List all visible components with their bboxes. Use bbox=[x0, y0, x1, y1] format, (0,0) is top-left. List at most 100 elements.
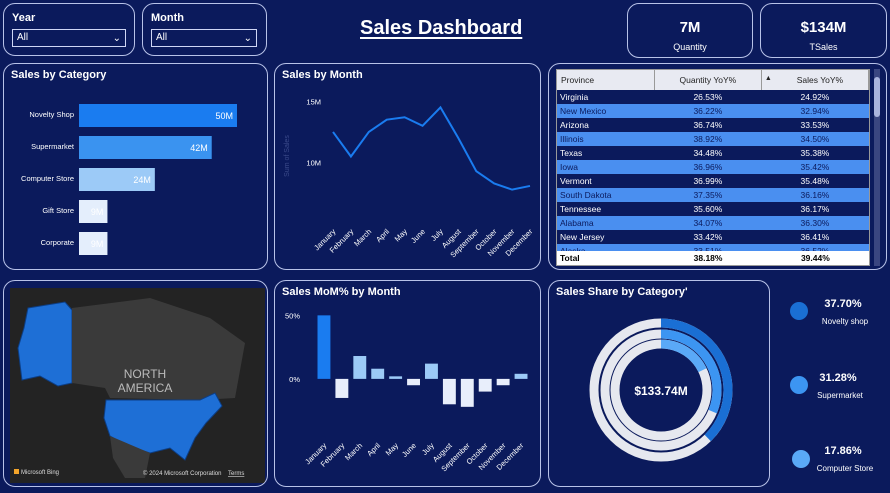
cell-sales-yoy: 36.17% bbox=[800, 204, 830, 214]
mom-bar bbox=[478, 378, 492, 392]
y-tick-label: 15M bbox=[306, 97, 321, 106]
mom-bar bbox=[317, 315, 331, 379]
chevron-down-icon: ⌄ bbox=[243, 33, 252, 44]
y-tick-label: 0% bbox=[289, 375, 300, 384]
cell-sales-yoy: 36.16% bbox=[800, 190, 830, 200]
mom-bar bbox=[425, 363, 438, 379]
cell-quantity-yoy: 36.99% bbox=[693, 176, 723, 186]
kpi-tsales-value: $134M bbox=[800, 19, 847, 36]
panel-title-mom: Sales MoM% by Month bbox=[282, 286, 401, 298]
map-copyright: © 2024 Microsoft Corporation bbox=[143, 470, 221, 477]
column-header-province[interactable]: Province bbox=[557, 70, 655, 90]
y-axis-label: Sum of Sales bbox=[284, 135, 291, 177]
kpi-quantity-label: Quantity bbox=[673, 42, 707, 52]
mom-bar bbox=[353, 356, 367, 379]
x-tick-label: May bbox=[384, 441, 401, 458]
category-label: Supermarket bbox=[31, 142, 75, 151]
cell-province: Illinois bbox=[560, 134, 584, 144]
cell-quantity-yoy: 38.92% bbox=[693, 134, 723, 144]
cell-sales-yoy: 36.41% bbox=[800, 232, 830, 242]
category-bar bbox=[79, 104, 237, 127]
cell-quantity-yoy: 26.53% bbox=[693, 92, 723, 102]
x-tick-label: April bbox=[365, 441, 382, 458]
table-row[interactable]: Iowa 36.96% 35.42% bbox=[557, 160, 869, 174]
y-tick-label: 50% bbox=[285, 311, 300, 320]
month-slicer-label: Month bbox=[151, 12, 184, 24]
sales-by-category-panel: Sales by Category Novelty Shop 50M Superma… bbox=[3, 63, 268, 270]
mom-bar bbox=[371, 368, 385, 379]
cell-sales-yoy: 24.92% bbox=[800, 92, 830, 102]
x-tick-label: March bbox=[343, 441, 364, 462]
table-row[interactable]: Illinois 38.92% 34.50% bbox=[557, 132, 869, 146]
map-label-north: NORTH bbox=[124, 367, 166, 381]
x-tick-label: June bbox=[400, 441, 418, 459]
category-label: Computer Store bbox=[21, 174, 74, 183]
kpi-tsales-card: $134M TSales bbox=[760, 3, 887, 58]
cell-province: Iowa bbox=[560, 162, 578, 172]
cell-quantity-yoy: 33.42% bbox=[693, 232, 723, 242]
year-slicer: Year All ⌄ bbox=[3, 3, 135, 56]
table-row[interactable]: Vermont 36.99% 35.48% bbox=[557, 174, 869, 188]
category-label: Corporate bbox=[41, 238, 74, 247]
legend-pct-novelty: 37.70% bbox=[824, 298, 862, 310]
cell-province: Vermont bbox=[560, 176, 592, 186]
table-scrollbar-thumb[interactable] bbox=[874, 77, 880, 117]
mom-bar bbox=[514, 373, 528, 379]
table-row[interactable]: New Mexico 36.22% 32.94% bbox=[557, 104, 869, 118]
cell-quantity-yoy: 36.74% bbox=[693, 120, 723, 130]
cell-sales-yoy: 36.30% bbox=[800, 218, 830, 228]
cell-province: New Mexico bbox=[560, 106, 607, 116]
cell-quantity-yoy: 34.48% bbox=[693, 148, 723, 158]
total-quantity-yoy: 38.18% bbox=[693, 253, 723, 263]
table-total-row: Total 38.18% 39.44% bbox=[557, 251, 869, 265]
sales-map[interactable]: NORTH AMERICA Microsoft Bing © 2024 Micr… bbox=[10, 288, 265, 483]
category-value-label: 50M bbox=[215, 111, 233, 121]
cell-quantity-yoy: 36.96% bbox=[693, 162, 723, 172]
y-tick-label: 10M bbox=[306, 159, 321, 168]
sales-mom-chart: 50%0%JanuaryFebruaryMarch April May June Jul… bbox=[285, 311, 528, 473]
cell-sales-yoy: 35.48% bbox=[800, 176, 830, 186]
table-row[interactable]: Tennessee 35.60% 36.17% bbox=[557, 202, 869, 216]
kpi-tsales-label: TSales bbox=[809, 42, 838, 52]
cell-sales-yoy: 34.50% bbox=[800, 134, 830, 144]
column-header-sales-yoy-label: Sales YoY% bbox=[796, 75, 844, 85]
chevron-down-icon: ⌄ bbox=[112, 33, 121, 44]
column-header-quantity-yoy[interactable]: Quantity YoY% bbox=[654, 70, 762, 90]
cell-sales-yoy: 32.94% bbox=[800, 106, 830, 116]
cell-quantity-yoy: 35.60% bbox=[693, 204, 723, 214]
table-row[interactable]: Virginia 26.53% 24.92% bbox=[557, 90, 869, 104]
category-value-label: 9M bbox=[91, 207, 104, 217]
table-scrollbar[interactable] bbox=[874, 69, 880, 266]
cell-province: Arizona bbox=[560, 120, 589, 130]
table-row[interactable]: Alabama 34.07% 36.30% bbox=[557, 216, 869, 230]
year-dropdown[interactable]: All ⌄ bbox=[12, 29, 126, 47]
cell-province: Alabama bbox=[560, 218, 594, 228]
category-value-label: 9M bbox=[91, 239, 104, 249]
table-row[interactable]: Texas 34.48% 35.38% bbox=[557, 146, 869, 160]
table-row[interactable]: Arizona 36.74% 33.53% bbox=[557, 118, 869, 132]
cell-province: Tennessee bbox=[560, 204, 602, 214]
table-row[interactable]: New Jersey 33.42% 36.41% bbox=[557, 230, 869, 244]
map-panel: NORTH AMERICA Microsoft Bing © 2024 Micr… bbox=[3, 280, 268, 487]
donut-center-total: $133.74M bbox=[634, 384, 687, 398]
sales-share-donut: $133.74M bbox=[589, 318, 733, 462]
mom-bar bbox=[496, 378, 510, 386]
table-row[interactable]: South Dakota 37.35% 36.16% bbox=[557, 188, 869, 202]
cell-sales-yoy: 33.53% bbox=[800, 120, 830, 130]
category-label: Gift Store bbox=[42, 206, 74, 215]
cell-province: Virginia bbox=[560, 92, 589, 102]
column-header-sales-yoy[interactable]: ▲ Sales YoY% bbox=[761, 70, 869, 90]
panel-title-category: Sales by Category bbox=[11, 69, 107, 81]
mom-bar bbox=[389, 376, 403, 379]
year-dropdown-value: All bbox=[17, 32, 29, 43]
category-value-label: 42M bbox=[190, 143, 208, 153]
kpi-quantity-value: 7M bbox=[679, 19, 701, 36]
province-table-wrap: Province Quantity YoY% ▲ Sales YoY% Virgi… bbox=[556, 69, 870, 266]
map-terms-link[interactable]: Terms bbox=[228, 471, 244, 477]
share-legend: 37.70% Novelty shop 31.28% Supermarket 1… bbox=[778, 290, 888, 485]
cell-province: New Jersey bbox=[560, 232, 605, 242]
table-header-row: Province Quantity YoY% ▲ Sales YoY% bbox=[557, 70, 869, 90]
province-table: Province Quantity YoY% ▲ Sales YoY% Virgi… bbox=[557, 70, 869, 258]
month-dropdown[interactable]: All ⌄ bbox=[151, 29, 257, 47]
mom-bar bbox=[460, 378, 474, 407]
